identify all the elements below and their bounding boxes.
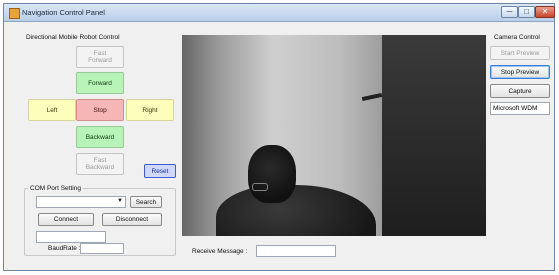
preview-ceiling-line	[361, 92, 383, 102]
camera-device-select[interactable]: Microsoft WDM	[490, 102, 550, 115]
com-extra-field[interactable]	[36, 231, 106, 243]
app-icon	[9, 8, 20, 19]
capture-button[interactable]: Capture	[490, 84, 550, 98]
com-port-title: COM Port Setting	[28, 185, 83, 192]
baudrate-field[interactable]	[80, 243, 124, 254]
backward-button[interactable]: Backward	[76, 126, 124, 148]
search-button[interactable]: Search	[130, 196, 162, 208]
receive-message-field[interactable]	[256, 245, 336, 257]
forward-button[interactable]: Forward	[76, 72, 124, 94]
window-title: Navigation Control Panel	[22, 8, 105, 17]
connect-button[interactable]: Connect	[38, 213, 94, 226]
close-button[interactable]: ✕	[535, 6, 555, 18]
minimize-button[interactable]: ─	[501, 6, 518, 18]
stop-button[interactable]: Stop	[76, 99, 124, 121]
right-button[interactable]: Right	[126, 99, 174, 121]
app-window: Navigation Control Panel ─ □ ✕ Direction…	[3, 3, 555, 271]
maximize-button[interactable]: □	[518, 6, 535, 18]
disconnect-button[interactable]: Disconnect	[102, 213, 162, 226]
stop-preview-button[interactable]: Stop Preview	[490, 65, 550, 79]
start-preview-button[interactable]: Start Preview	[490, 46, 550, 60]
preview-wall	[382, 35, 486, 236]
camera-preview	[182, 35, 486, 236]
camera-control-title: Camera Control	[494, 34, 540, 41]
reset-button[interactable]: Reset	[144, 164, 176, 178]
left-button[interactable]: Left	[28, 99, 76, 121]
chevron-down-icon: ▼	[117, 198, 123, 204]
com-port-select[interactable]: ▼	[36, 196, 126, 208]
fast-forward-button[interactable]: Fast Forward	[76, 46, 124, 68]
fast-backward-button[interactable]: Fast Backward	[76, 153, 124, 175]
baudrate-label: BaudRate :	[48, 245, 81, 252]
preview-glasses	[252, 183, 268, 191]
receive-message-label: Receive Message :	[192, 248, 248, 255]
preview-person-head	[248, 145, 296, 203]
preview-person-body	[216, 185, 376, 236]
title-bar[interactable]: Navigation Control Panel ─ □ ✕	[4, 4, 555, 22]
robot-control-title: Directional Mobile Robot Control	[26, 34, 120, 41]
